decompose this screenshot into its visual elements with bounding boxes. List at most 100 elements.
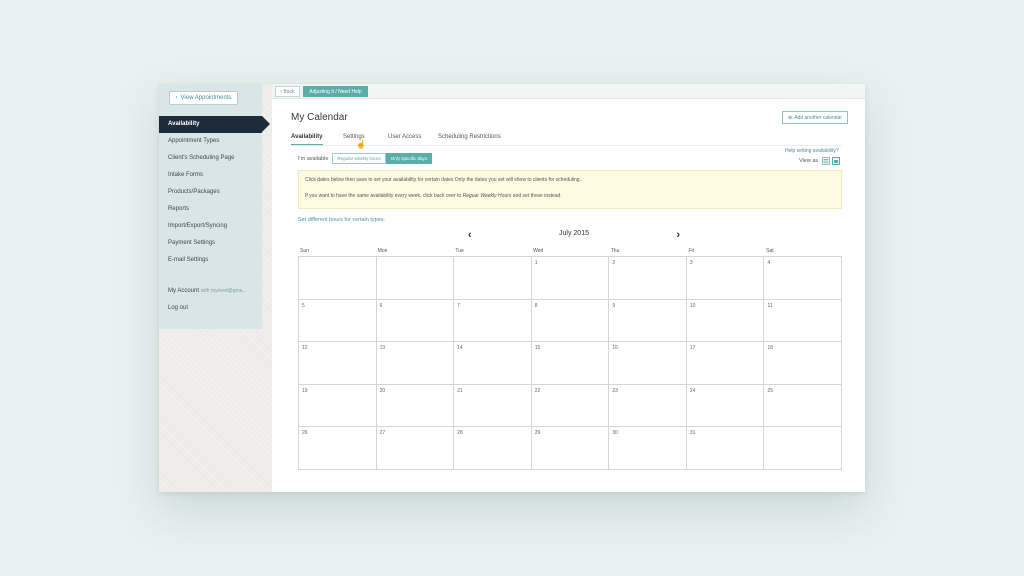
set-different-hours-link[interactable]: Set different hours for certain types. (298, 217, 385, 223)
calendar-day-cell[interactable]: 9 (609, 299, 687, 342)
mouse-cursor-icon: ☝ (356, 140, 366, 149)
calendar-week: 12 13 14 15 16 17 18 (299, 342, 843, 385)
my-account-label: My Account (168, 288, 200, 294)
calendar-day-cell[interactable] (764, 427, 843, 470)
calendar-day-cell[interactable]: 24 (686, 384, 765, 427)
calendar-day-cell[interactable]: 28 (454, 427, 532, 470)
specific-days-toggle[interactable]: Only specific days (385, 153, 432, 164)
calendar-day-cell[interactable]: 14 (454, 342, 532, 385)
regular-weekly-hours-toggle[interactable]: Regular weekly hours (332, 153, 386, 164)
calendar-week: 26 27 28 29 30 31 (299, 427, 843, 470)
page-title: My Calendar (291, 112, 348, 123)
notice-text: and set those instead. (511, 193, 562, 199)
account-nav: My Account with myreed@gma... Log out (159, 283, 262, 317)
calendar-day-cell[interactable]: 12 (299, 342, 377, 385)
sidebar-item-label: Availability (168, 121, 200, 127)
calendar-day-cell[interactable]: 29 (531, 427, 610, 470)
day-of-week: Fri (688, 248, 695, 254)
day-of-week: Mon (377, 248, 388, 254)
calendar-day-cell[interactable]: 31 (686, 427, 765, 470)
help-availability-link[interactable]: Help setting availability? (785, 148, 839, 154)
sidebar-item-label: Payment Settings (168, 240, 216, 246)
log-out-label: Log out (168, 305, 189, 311)
calendar-view-icon[interactable] (832, 157, 841, 165)
calendar-week: 1234 (299, 257, 843, 300)
calendar-day-cell[interactable]: 20 (376, 384, 455, 427)
top-bar: ‹ Back Adjusting It / Need Help (272, 84, 865, 99)
back-button[interactable]: ‹ Back (275, 86, 300, 97)
calendar-day-cell[interactable]: 16 (609, 342, 687, 385)
calendar-day-cell[interactable]: 6 (376, 299, 455, 342)
sidebar-item-appointment-types[interactable]: Appointment Types (159, 133, 270, 150)
sidebar-item-label: Intake Forms (168, 172, 204, 178)
calendar-day-cell[interactable]: 1 (531, 257, 610, 300)
sidebar-item-scheduling-page[interactable]: Client's Scheduling Page (159, 150, 270, 167)
tab-scheduling-restrictions[interactable]: Scheduling Restrictions (438, 134, 501, 140)
calendar-day-cell[interactable]: 13 (376, 342, 455, 385)
availability-mode-row: I'm available Regular weekly hours Only … (298, 153, 432, 164)
sidebar-item-availability[interactable]: Availability (159, 116, 270, 133)
tab-user-access[interactable]: User Access (388, 134, 421, 140)
back-label: Back (283, 88, 295, 95)
calendar-day-cell[interactable]: 5 (299, 299, 377, 342)
notice-line-2: If you want to have the same availabilit… (305, 193, 835, 199)
calendar-grid: Sun Mon Tue Wed Thu Fri Sat 1 2 3 4 5 6 7 8 9 10 1… (298, 248, 843, 470)
calendar-day-cell[interactable]: 27 (376, 427, 455, 470)
calendar-day-cell[interactable]: 2 (609, 257, 687, 300)
calendar-day-cell[interactable] (376, 257, 455, 300)
calendar-day-cell[interactable]: 15 (531, 342, 610, 385)
calendar-day-cell[interactable]: 25 (764, 384, 843, 427)
calendar-day-cell[interactable]: 10 (686, 299, 765, 342)
account-email: with myreed@gma... (200, 288, 247, 294)
calendar-day-cell[interactable]: 23 (609, 384, 687, 427)
notice-text: If you want to have the same availabilit… (305, 193, 463, 199)
plus-circle-icon: ⊕ (787, 114, 793, 121)
sidebar-item-products-packages[interactable]: Products/Packages (159, 184, 270, 201)
calendar-day-cell[interactable]: 18 (764, 342, 843, 385)
add-calendar-button[interactable]: ⊕ Add another calendar (782, 111, 848, 124)
day-of-week: Wed (533, 248, 544, 254)
sidebar-item-label: Appointment Types (168, 138, 220, 144)
day-of-week: Sun (300, 248, 309, 254)
view-appointments-label: View Appointments (180, 95, 232, 101)
app-window: ‹ View Appointments Availability Appoint… (159, 84, 865, 492)
calendar-day-cell[interactable]: 11 (764, 299, 843, 342)
calendar-day-cell[interactable]: 21 (454, 384, 532, 427)
day-of-week: Thu (610, 248, 620, 254)
calendar-week: 5 6 7 8 9 10 11 (299, 299, 843, 342)
calendar-month-title: July 2015 (559, 230, 589, 237)
calendar-day-cell[interactable]: 17 (686, 342, 765, 385)
log-out-link[interactable]: Log out (159, 300, 262, 317)
calendar-day-cell[interactable]: 4 (764, 257, 843, 300)
calendar-day-cell[interactable]: 26 (299, 427, 377, 470)
sidebar-item-intake-forms[interactable]: Intake Forms (159, 167, 270, 184)
sidebar-item-import-export[interactable]: Import/Export/Syncing (159, 218, 270, 235)
tab-availability[interactable]: Availability (291, 134, 322, 140)
next-month-icon[interactable]: › (676, 229, 680, 241)
notice-line-1: Click dates below then save to set your … (305, 177, 581, 183)
list-view-icon[interactable] (822, 157, 831, 165)
calendar-day-cell[interactable]: 8 (531, 299, 610, 342)
sidebar-item-email-settings[interactable]: E-mail Settings (159, 252, 270, 269)
view-as-switcher: View as (799, 157, 841, 165)
sidebar-item-reports[interactable]: Reports (159, 201, 270, 218)
sidebar: ‹ View Appointments Availability Appoint… (159, 84, 270, 329)
main-content: ‹ Back Adjusting It / Need Help My Calen… (272, 84, 865, 492)
active-tab-indicator (291, 144, 323, 145)
calendar-day-cell[interactable]: 7 (454, 299, 532, 342)
sidebar-item-label: E-mail Settings (168, 257, 209, 263)
calendar-day-cell[interactable]: 3 (686, 257, 765, 300)
calendar-day-cell[interactable]: 30 (609, 427, 687, 470)
calendar-day-cell[interactable] (454, 257, 532, 300)
my-account-link[interactable]: My Account with myreed@gma... (159, 283, 262, 300)
sidebar-item-label: Client's Scheduling Page (168, 155, 235, 161)
view-appointments-button[interactable]: ‹ View Appointments (169, 91, 238, 105)
calendar-day-cell[interactable]: 19 (299, 384, 377, 427)
sidebar-item-payment-settings[interactable]: Payment Settings (159, 235, 270, 252)
sidebar-nav: Availability Appointment Types Client's … (159, 116, 270, 269)
calendar-day-cell[interactable] (299, 257, 377, 300)
calendar-day-cell[interactable]: 22 (531, 384, 610, 427)
available-label: I'm available (298, 155, 329, 162)
need-help-button[interactable]: Adjusting It / Need Help (303, 86, 368, 97)
calendar-header: Sun Mon Tue Wed Thu Fri Sat (298, 248, 842, 256)
